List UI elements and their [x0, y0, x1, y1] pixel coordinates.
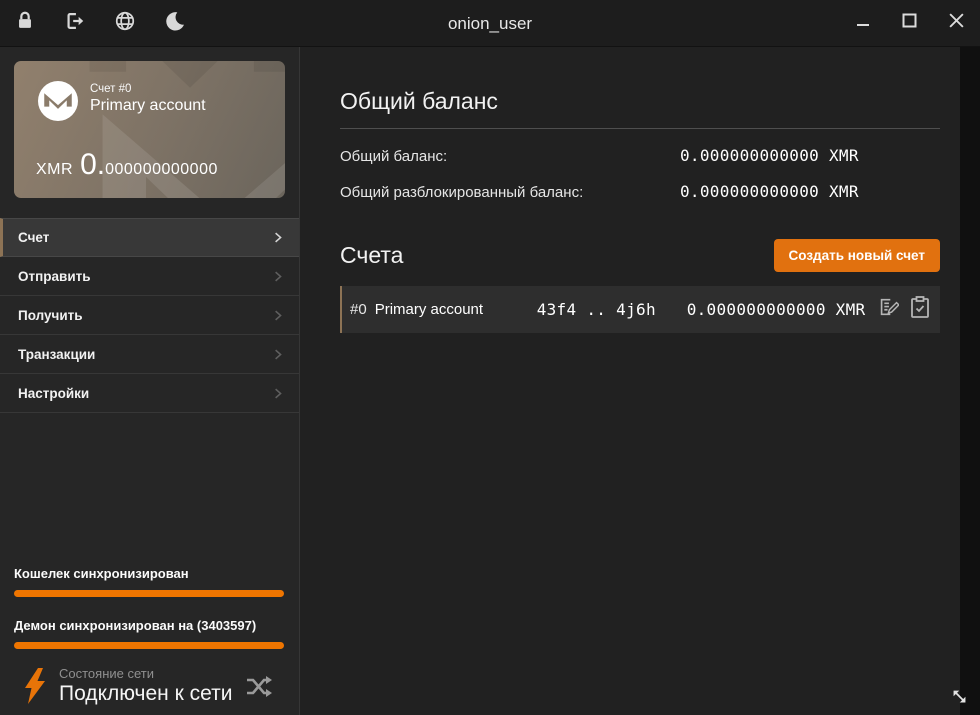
unlocked-balance-value: 0.000000000000 XMR [680, 182, 859, 201]
close-icon [948, 12, 965, 34]
sidebar-item-account[interactable]: Счет [0, 218, 299, 257]
clipboard-check-icon [910, 296, 930, 323]
theme-toggle-button[interactable] [150, 0, 200, 46]
sidebar-item-transactions[interactable]: Транзакции [0, 335, 299, 374]
titlebar: onion_user [0, 0, 980, 47]
lightning-icon [23, 668, 46, 704]
total-balance-label: Общий баланс: [340, 148, 680, 165]
sidebar-item-receive[interactable]: Получить [0, 296, 299, 335]
card-currency: XMR [36, 161, 73, 179]
resize-handle[interactable] [950, 687, 969, 711]
shuffle-network-icon [246, 675, 273, 698]
sidebar-item-send[interactable]: Отправить [0, 257, 299, 296]
total-balance-title: Общий баланс [340, 47, 940, 115]
network-status-label: Состояние сети [59, 666, 232, 681]
chevron-right-icon [270, 308, 285, 323]
accounts-title: Счета [340, 242, 403, 269]
chevron-right-icon [270, 386, 285, 401]
maximize-icon [902, 13, 917, 33]
network-status-value: Подключен к сети [59, 682, 232, 706]
edit-icon [877, 296, 899, 323]
daemon-sync-progressbar [14, 642, 284, 649]
sidebar-item-label: Отправить [18, 269, 91, 284]
account-index: #0 [350, 301, 367, 318]
wallet-window: onion_user [0, 0, 980, 715]
rename-account-button[interactable] [877, 296, 899, 323]
card-balance: XMR 0. 000000000000 [36, 148, 218, 182]
titlebar-tools [0, 0, 200, 46]
chevron-right-icon [270, 230, 285, 245]
window-controls [839, 0, 980, 46]
language-button[interactable] [100, 0, 150, 46]
main-panel: Общий баланс Общий баланс: 0.00000000000… [300, 47, 960, 715]
card-account-label: Счет #0 [90, 83, 206, 95]
sidebar-menu: Счет Отправить Получить Транзакции Настр… [0, 218, 299, 413]
sidebar-item-label: Получить [18, 308, 83, 323]
scrollbar-track[interactable] [960, 47, 980, 715]
network-status: Состояние сети Подключен к сети [14, 659, 284, 713]
unlocked-balance-label: Общий разблокированный баланс: [340, 184, 680, 201]
balance-row: Общий баланс: 0.000000000000 XMR [340, 146, 940, 165]
sidebar-item-settings[interactable]: Настройки [0, 374, 299, 413]
total-balance-value: 0.000000000000 XMR [680, 146, 859, 165]
sidebar-item-label: Настройки [18, 386, 89, 401]
sync-status-panel: Кошелек синхронизирован Демон синхронизи… [14, 566, 284, 713]
moon-icon [164, 10, 186, 37]
create-account-button[interactable]: Создать новый счет [774, 239, 940, 272]
account-row[interactable]: #0 Primary account 43f4 .. 4j6h 0.000000… [340, 286, 940, 333]
chevron-right-icon [270, 347, 285, 362]
monero-logo-icon [38, 81, 78, 126]
resize-diagonal-icon [950, 687, 969, 711]
account-address-short: 43f4 .. 4j6h [537, 300, 687, 319]
lock-wallet-button[interactable] [0, 0, 50, 46]
wallet-sync-label: Кошелек синхронизирован [14, 566, 284, 581]
logout-icon [63, 10, 87, 37]
account-card: Счет #0 Primary account XMR 0. 000000000… [14, 61, 285, 198]
sidebar: Счет #0 Primary account XMR 0. 000000000… [0, 47, 300, 715]
logout-button[interactable] [50, 0, 100, 46]
sidebar-item-label: Счет [18, 230, 49, 245]
balance-row: Общий разблокированный баланс: 0.0000000… [340, 182, 940, 201]
globe-icon [114, 10, 136, 37]
wallet-sync-progressbar [14, 590, 284, 597]
minimize-button[interactable] [839, 0, 886, 46]
card-balance-whole: 0. [80, 148, 105, 182]
daemon-sync-label: Демон синхронизирован на (3403597) [14, 618, 284, 633]
account-name: Primary account [375, 301, 537, 318]
maximize-button[interactable] [886, 0, 933, 46]
divider [340, 128, 940, 129]
copy-address-button[interactable] [910, 296, 930, 323]
account-balance: 0.000000000000 XMR [687, 300, 877, 319]
card-account-name: Primary account [90, 97, 206, 115]
close-button[interactable] [933, 0, 980, 46]
lock-icon [14, 10, 36, 37]
chevron-right-icon [270, 269, 285, 284]
card-balance-decimals: 000000000000 [105, 161, 218, 179]
minimize-icon [856, 14, 870, 33]
sidebar-item-label: Транзакции [18, 347, 95, 362]
